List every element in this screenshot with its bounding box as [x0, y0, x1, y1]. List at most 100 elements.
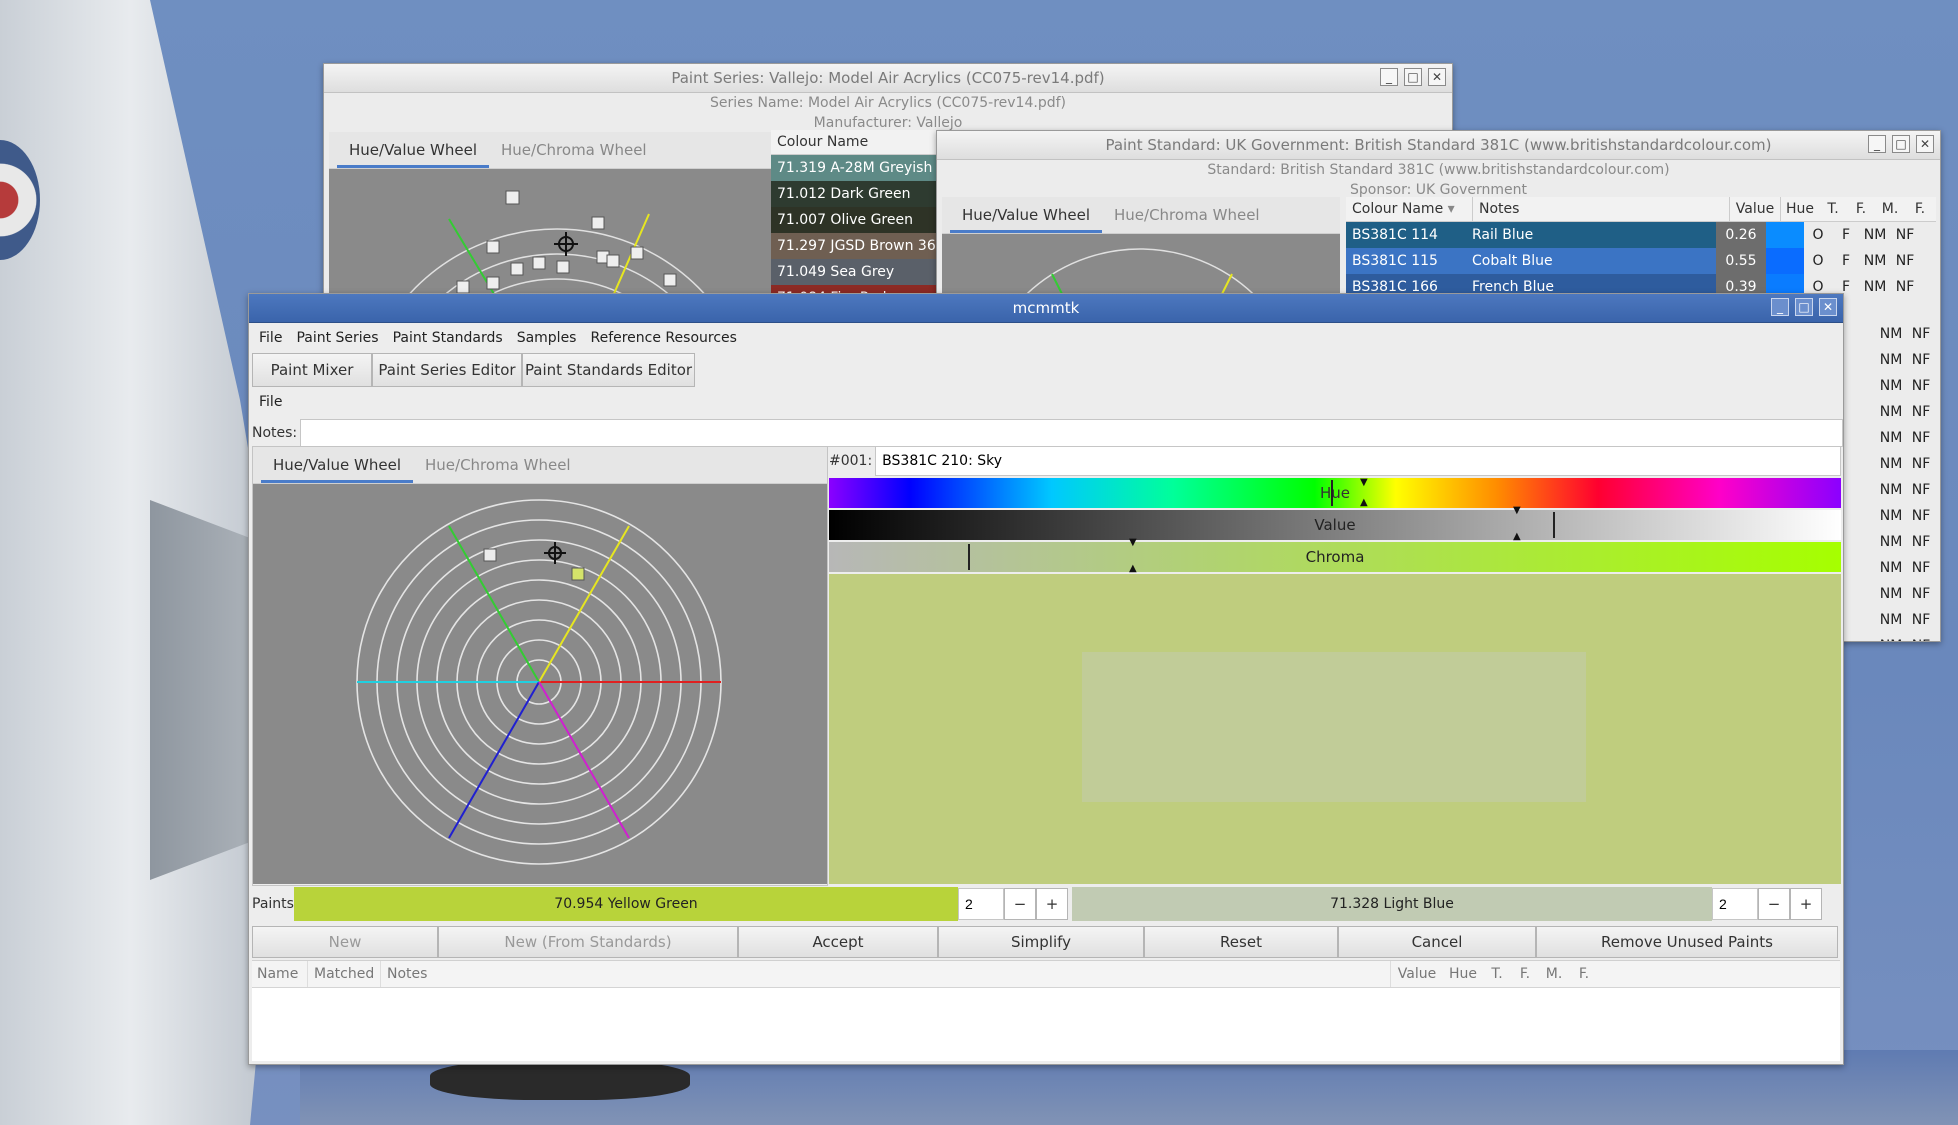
target-id: #001:	[829, 453, 873, 469]
chroma-bar[interactable]: Chroma ▼ ▲	[829, 538, 1841, 574]
paint-swatch-light-blue[interactable]: 71.328 Light Blue	[1072, 887, 1712, 921]
paint-increase-yellow-green[interactable]: +	[1036, 888, 1068, 920]
standard-header-f[interactable]: F.	[1847, 197, 1875, 221]
standard-table-row-partial[interactable]: NMNF	[1876, 347, 1936, 373]
standard-header-colour-name[interactable]: Colour Name ▾	[1346, 197, 1472, 221]
minimize-icon[interactable]: _	[1380, 68, 1398, 86]
standard-table-row-partial[interactable]: NMNF	[1876, 581, 1936, 607]
standard-header-t[interactable]: T.	[1819, 197, 1847, 221]
series-list-item[interactable]: 71.319 A-28M Greyish Bl	[771, 155, 951, 181]
paint-decrease-yellow-green[interactable]: −	[1004, 888, 1036, 920]
series-tab-hue-value[interactable]: Hue/Value Wheel	[337, 132, 489, 168]
standard-table-row-partial[interactable]: NMNF	[1876, 555, 1936, 581]
close-icon[interactable]: ✕	[1916, 135, 1934, 153]
standard-cell-m: NM	[1879, 586, 1903, 602]
table-header-t[interactable]: T.	[1483, 961, 1511, 987]
standard-header-value[interactable]: Value	[1729, 197, 1780, 221]
standard-cell-m: NM	[1876, 633, 1906, 641]
table-header-m[interactable]: M.	[1539, 961, 1569, 987]
standard-header-f2[interactable]: F.	[1905, 197, 1935, 221]
mixer-menu-file[interactable]: File	[259, 394, 282, 410]
mixer-tab-hue-value[interactable]: Hue/Value Wheel	[261, 447, 413, 483]
series-name: Series Name: Model Air Acrylics (CC075-r…	[710, 95, 1066, 111]
maximize-icon[interactable]: □	[1795, 298, 1813, 316]
value-bar[interactable]: Value ▼ ▲	[829, 506, 1841, 542]
standard-cell-f: F	[1832, 248, 1860, 274]
series-list-item[interactable]: 71.012 Dark Green	[771, 181, 951, 207]
cancel-button[interactable]: Cancel	[1338, 926, 1536, 958]
table-header-f2[interactable]: F.	[1569, 961, 1599, 987]
paint-standards-editor-button[interactable]: Paint Standards Editor	[522, 353, 695, 387]
simplify-button[interactable]: Simplify	[938, 926, 1144, 958]
series-tab-hue-chroma[interactable]: Hue/Chroma Wheel	[489, 132, 659, 168]
notes-input[interactable]	[300, 419, 1843, 447]
standard-table-row-partial[interactable]: NMNF	[1876, 633, 1936, 641]
standard-titlebar[interactable]: Paint Standard: UK Government: British S…	[937, 131, 1940, 160]
paint-decrease-light-blue[interactable]: −	[1758, 888, 1790, 920]
minimize-icon[interactable]: _	[1771, 298, 1789, 316]
series-wheel-canvas	[399, 190, 715, 304]
standard-table-row-partial[interactable]: NMNF	[1876, 399, 1936, 425]
standard-cell-t: O	[1804, 222, 1832, 248]
series-list-item[interactable]: 71.007 Olive Green	[771, 207, 951, 233]
menu-paint-standards[interactable]: Paint Standards	[393, 330, 503, 346]
main-titlebar[interactable]: mcmmtk _ □ ✕	[249, 294, 1843, 323]
action-buttons: New New (From Standards) Accept Simplify…	[252, 926, 1838, 958]
close-icon[interactable]: ✕	[1819, 298, 1837, 316]
paint-increase-light-blue[interactable]: +	[1790, 888, 1822, 920]
standard-header-hue[interactable]: Hue	[1780, 197, 1819, 221]
maximize-icon[interactable]: □	[1892, 135, 1910, 153]
standard-tab-hue-value[interactable]: Hue/Value Wheel	[950, 197, 1102, 233]
menu-file[interactable]: File	[259, 330, 282, 346]
hue-bar[interactable]: Hue ▼ ▲	[829, 478, 1841, 508]
menu-paint-series[interactable]: Paint Series	[296, 330, 378, 346]
standard-table-row-partial[interactable]: NMNF	[1876, 477, 1936, 503]
paint-parts-yellow-green[interactable]	[958, 888, 1004, 920]
standard-table-row-partial[interactable]: NMNF	[1876, 425, 1936, 451]
series-list-item[interactable]: 71.297 JGSD Brown 3606	[771, 233, 951, 259]
standard-header-m[interactable]: M.	[1875, 197, 1905, 221]
paints-label: Paints:	[252, 896, 299, 912]
new-from-standards-button[interactable]: New (From Standards)	[438, 926, 738, 958]
standard-table-row-partial[interactable]: NMNF	[1876, 373, 1936, 399]
menu-reference-resources[interactable]: Reference Resources	[590, 330, 736, 346]
remove-unused-paints-button[interactable]: Remove Unused Paints	[1536, 926, 1838, 958]
standard-header-notes[interactable]: Notes	[1472, 197, 1729, 221]
standard-cell-name: BS381C 115	[1346, 248, 1466, 274]
standard-table-row-partial[interactable]: NMNF	[1876, 451, 1936, 477]
standard-cell-f: F	[1832, 222, 1860, 248]
menu-samples[interactable]: Samples	[517, 330, 577, 346]
paint-swatch-yellow-green[interactable]: 70.954 Yellow Green	[294, 887, 958, 921]
standard-table-row-partial[interactable]: NMNF	[1876, 503, 1936, 529]
standard-table-row-partial[interactable]: NMNF	[1876, 607, 1936, 633]
standard-table-row[interactable]: BS381C 114 Rail Blue 0.26 O F NM NF	[1346, 222, 1936, 248]
paint-series-editor-button[interactable]: Paint Series Editor	[372, 353, 522, 387]
standard-cell-f2: NF	[1911, 326, 1931, 342]
table-header-matched[interactable]: Matched	[307, 961, 380, 987]
accept-button[interactable]: Accept	[738, 926, 938, 958]
mixer-hue-value-wheel[interactable]	[253, 484, 827, 884]
target-name-input[interactable]	[875, 446, 1841, 476]
maximize-icon[interactable]: □	[1404, 68, 1422, 86]
table-header-f[interactable]: F.	[1511, 961, 1539, 987]
mixer-tab-hue-chroma[interactable]: Hue/Chroma Wheel	[413, 447, 583, 483]
paint-mixer-button[interactable]: Paint Mixer	[252, 353, 372, 387]
reset-button[interactable]: Reset	[1144, 926, 1338, 958]
new-button[interactable]: New	[252, 926, 438, 958]
series-titlebar[interactable]: Paint Series: Vallejo: Model Air Acrylic…	[324, 64, 1452, 93]
table-header-value[interactable]: Value	[1390, 961, 1443, 987]
standard-table-row-partial[interactable]: NMNF	[1876, 321, 1936, 347]
standard-cell-m: NM	[1860, 274, 1890, 300]
standard-table-row[interactable]: BS381C 115 Cobalt Blue 0.55 O F NM NF	[1346, 248, 1936, 274]
table-header-notes[interactable]: Notes	[380, 961, 1390, 987]
close-icon[interactable]: ✕	[1428, 68, 1446, 86]
table-header-hue[interactable]: Hue	[1443, 961, 1483, 987]
standard-tab-hue-chroma[interactable]: Hue/Chroma Wheel	[1102, 197, 1272, 233]
series-list-item[interactable]: 71.049 Sea Grey	[771, 259, 951, 285]
series-hue-value-wheel[interactable]	[329, 169, 771, 304]
paint-parts-light-blue[interactable]	[1712, 888, 1758, 920]
series-colour-name-header[interactable]: Colour Name	[771, 130, 951, 155]
standard-table-row-partial[interactable]: NMNF	[1876, 529, 1936, 555]
minimize-icon[interactable]: _	[1868, 135, 1886, 153]
table-header-name[interactable]: Name	[252, 961, 307, 987]
